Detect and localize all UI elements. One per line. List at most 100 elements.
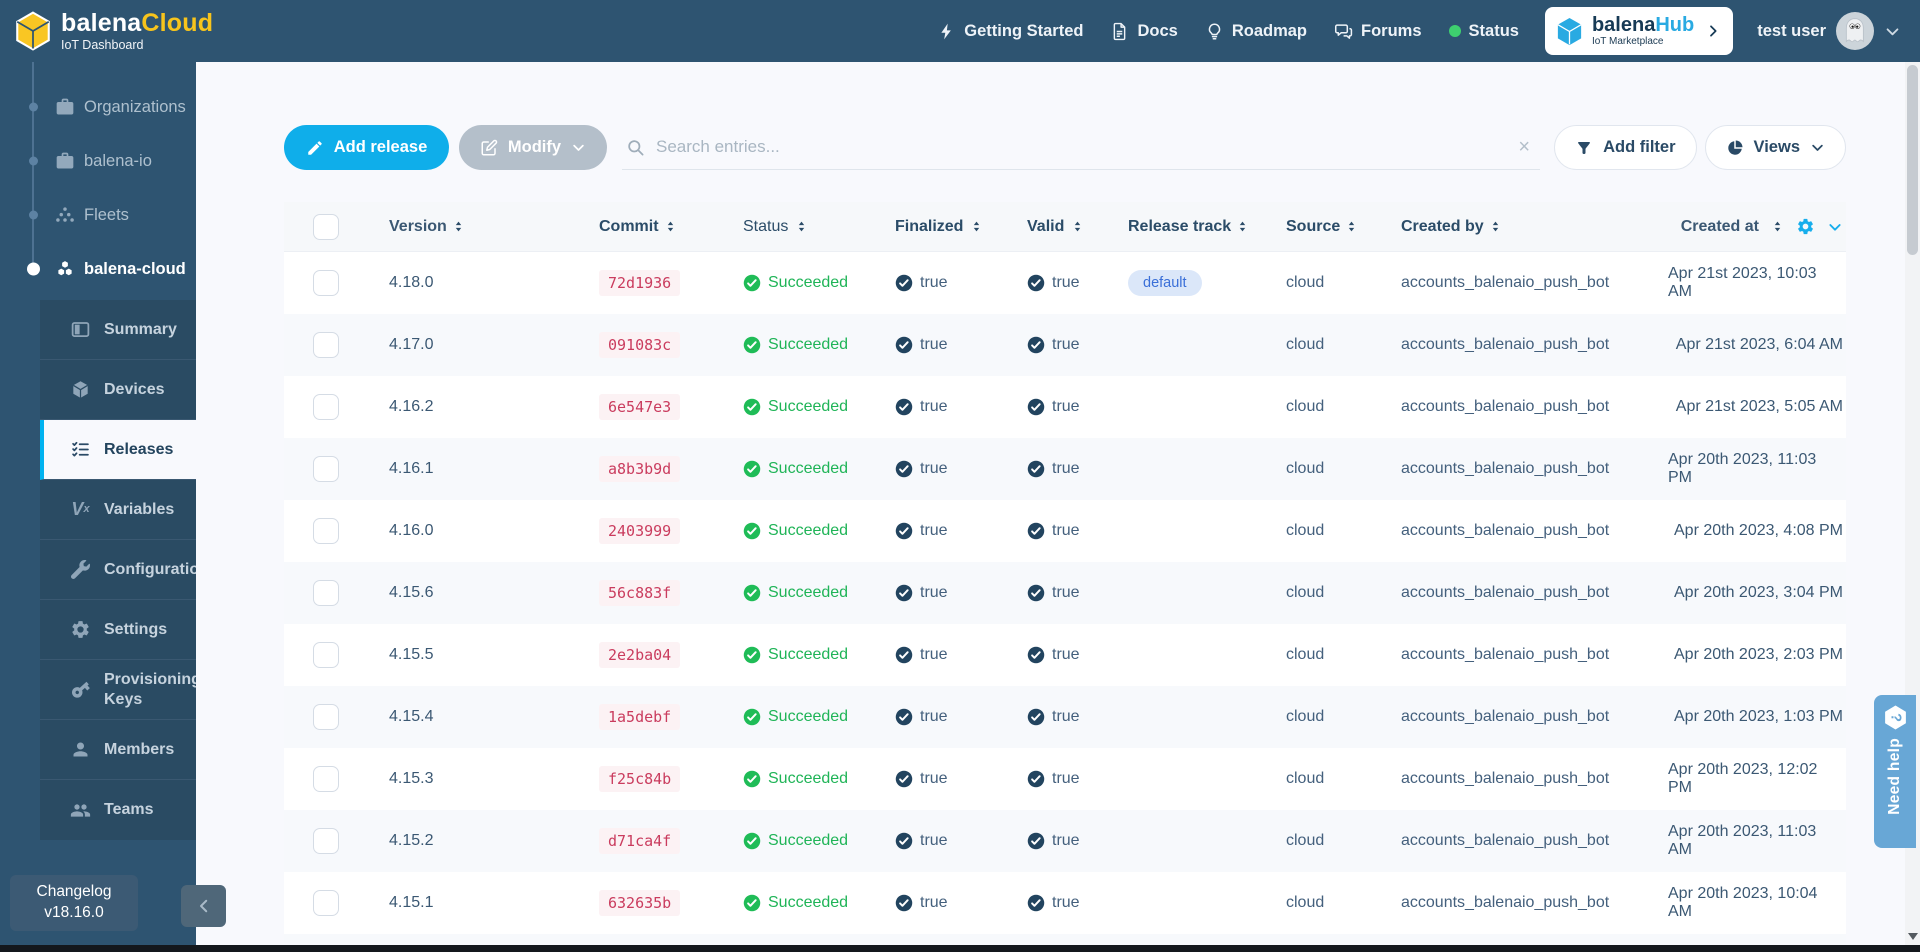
need-help-tab[interactable]: ? Need help [1874, 695, 1916, 848]
search-input[interactable] [656, 137, 1507, 157]
table-row[interactable]: 4.15.4 1a5debf Succeeded true true cloud… [284, 686, 1846, 748]
status-label: Succeeded [768, 770, 848, 788]
cell-source: cloud [1286, 274, 1401, 292]
table-row[interactable]: 4.15.3 f25c84b Succeeded true true cloud… [284, 748, 1846, 810]
nav-link-docs[interactable]: Docs [1110, 22, 1177, 41]
status-label: Succeeded [768, 894, 848, 912]
edit-square-icon [480, 139, 498, 157]
modify-button[interactable]: Modify [459, 125, 607, 170]
user-menu[interactable]: test user [1757, 12, 1901, 50]
row-checkbox[interactable] [313, 766, 339, 792]
filter-funnel-icon [1575, 139, 1593, 157]
sidebar-item-settings[interactable]: Settings [40, 600, 196, 660]
column-header-finalized[interactable]: Finalized [895, 218, 1027, 236]
commit-chip: 2403999 [599, 518, 680, 544]
row-checkbox[interactable] [313, 828, 339, 854]
column-header-valid[interactable]: Valid [1027, 218, 1128, 236]
changelog-button[interactable]: Changelog v18.16.0 [10, 875, 138, 931]
cell-created-by: accounts_balenaio_push_bot [1401, 398, 1668, 416]
nav-link-getting-started[interactable]: Getting Started [937, 22, 1083, 41]
sidebar-item-organizations[interactable]: Organizations [0, 80, 196, 134]
sidebar-collapse-button[interactable] [181, 885, 226, 927]
cell-source: cloud [1286, 770, 1401, 788]
brand-logo[interactable]: balenaCloud IoT Dashboard [12, 10, 213, 52]
briefcase-icon [55, 151, 75, 171]
sidebar-item-provisioning-keys[interactable]: Provisioning Keys [40, 660, 196, 720]
row-checkbox[interactable] [313, 580, 339, 606]
balena-hub-button[interactable]: balenaHub IoT Marketplace [1545, 7, 1733, 55]
column-header-created-at[interactable]: Created at [1668, 217, 1846, 236]
cell-version: 4.15.3 [389, 770, 599, 788]
hub-cube-icon [1554, 16, 1585, 47]
row-checkbox[interactable] [313, 704, 339, 730]
sidebar-item-variables[interactable]: Vx Variables [40, 480, 196, 540]
scrollbar-thumb[interactable] [1907, 65, 1918, 255]
add-release-button[interactable]: Add release [284, 125, 449, 170]
sort-icon [1489, 220, 1502, 233]
table-row[interactable]: 4.16.2 6e547e3 Succeeded true true cloud… [284, 376, 1846, 438]
row-checkbox[interactable] [313, 456, 339, 482]
column-header-status[interactable]: Status [743, 218, 895, 236]
table-row[interactable]: 4.16.0 2403999 Succeeded true true cloud… [284, 500, 1846, 562]
nav-link-status[interactable]: Status [1449, 22, 1519, 41]
column-header-created-by[interactable]: Created by [1401, 218, 1668, 236]
finalized-label: true [920, 832, 948, 850]
clear-search-icon[interactable]: × [1518, 137, 1530, 157]
nav-link-forums[interactable]: Forums [1334, 22, 1422, 41]
sidebar-item-fleets[interactable]: Fleets [0, 188, 196, 242]
nav-link-roadmap[interactable]: Roadmap [1205, 22, 1307, 41]
sidebar-item-configuration[interactable]: Configuration [40, 540, 196, 600]
row-checkbox[interactable] [313, 642, 339, 668]
table-settings-gear-icon[interactable] [1796, 217, 1815, 236]
table-row[interactable]: 4.15.2 d71ca4f Succeeded true true cloud… [284, 810, 1846, 872]
sort-icon [1236, 220, 1249, 233]
table-row[interactable]: 4.17.0 091083c Succeeded true true cloud… [284, 314, 1846, 376]
commit-chip: 632635b [599, 890, 680, 916]
sidebar-item-balena-io[interactable]: balena-io [0, 134, 196, 188]
sidebar-item-devices[interactable]: Devices [40, 360, 196, 420]
sort-icon [1071, 220, 1084, 233]
success-check-icon [743, 770, 761, 788]
table-row[interactable]: 4.16.1 a8b3b9d Succeeded true true cloud… [284, 438, 1846, 500]
sidebar-item-teams[interactable]: Teams [40, 780, 196, 840]
release-track-pill: default [1128, 270, 1202, 296]
sidebar-item-members[interactable]: Members [40, 720, 196, 780]
column-header-source[interactable]: Source [1286, 218, 1401, 236]
row-checkbox[interactable] [313, 332, 339, 358]
cell-created-at: Apr 21st 2023, 10:03 AM [1668, 265, 1846, 301]
sidebar-item-releases[interactable]: Releases [40, 420, 196, 480]
sidebar-item-balena-cloud[interactable]: balena-cloud [0, 242, 196, 296]
row-checkbox[interactable] [313, 270, 339, 296]
chevron-right-icon [1705, 23, 1721, 39]
row-checkbox[interactable] [313, 394, 339, 420]
valid-label: true [1052, 460, 1080, 478]
table-row[interactable]: 4.15.6 56c883f Succeeded true true cloud… [284, 562, 1846, 624]
cell-created-at: Apr 20th 2023, 10:04 AM [1668, 885, 1846, 921]
column-header-version[interactable]: Version [389, 218, 599, 236]
user-name: test user [1757, 22, 1826, 41]
sidebar-item-summary[interactable]: Summary [40, 300, 196, 360]
finalized-check-icon [895, 336, 913, 354]
cell-created-at: Apr 20th 2023, 1:03 PM [1668, 708, 1846, 726]
column-header-release-track[interactable]: Release track [1128, 218, 1286, 236]
row-checkbox[interactable] [313, 518, 339, 544]
member-person-icon [70, 739, 91, 760]
select-all-checkbox[interactable] [313, 214, 339, 240]
table-row[interactable]: 4.15.1 632635b Succeeded true true cloud… [284, 872, 1846, 934]
table-row[interactable]: 4.15.5 2e2ba04 Succeeded true true cloud… [284, 624, 1846, 686]
scroll-down-arrow[interactable] [1908, 933, 1918, 940]
tree-dot-icon [29, 211, 38, 220]
column-header-commit[interactable]: Commit [599, 218, 743, 236]
status-label: Succeeded [768, 584, 848, 602]
table-row[interactable]: 4.18.0 72d1936 Succeeded true true defau… [284, 252, 1846, 314]
valid-label: true [1052, 832, 1080, 850]
cell-created-at: Apr 20th 2023, 3:04 PM [1668, 584, 1846, 602]
finalized-label: true [920, 894, 948, 912]
cell-created-at: Apr 20th 2023, 11:03 PM [1668, 451, 1846, 487]
row-checkbox[interactable] [313, 890, 339, 916]
cell-version: 4.17.0 [389, 336, 599, 354]
table-collapse-chevron-icon[interactable] [1827, 219, 1843, 235]
finalized-check-icon [895, 460, 913, 478]
add-filter-button[interactable]: Add filter [1554, 125, 1696, 170]
views-button[interactable]: Views [1705, 125, 1846, 170]
